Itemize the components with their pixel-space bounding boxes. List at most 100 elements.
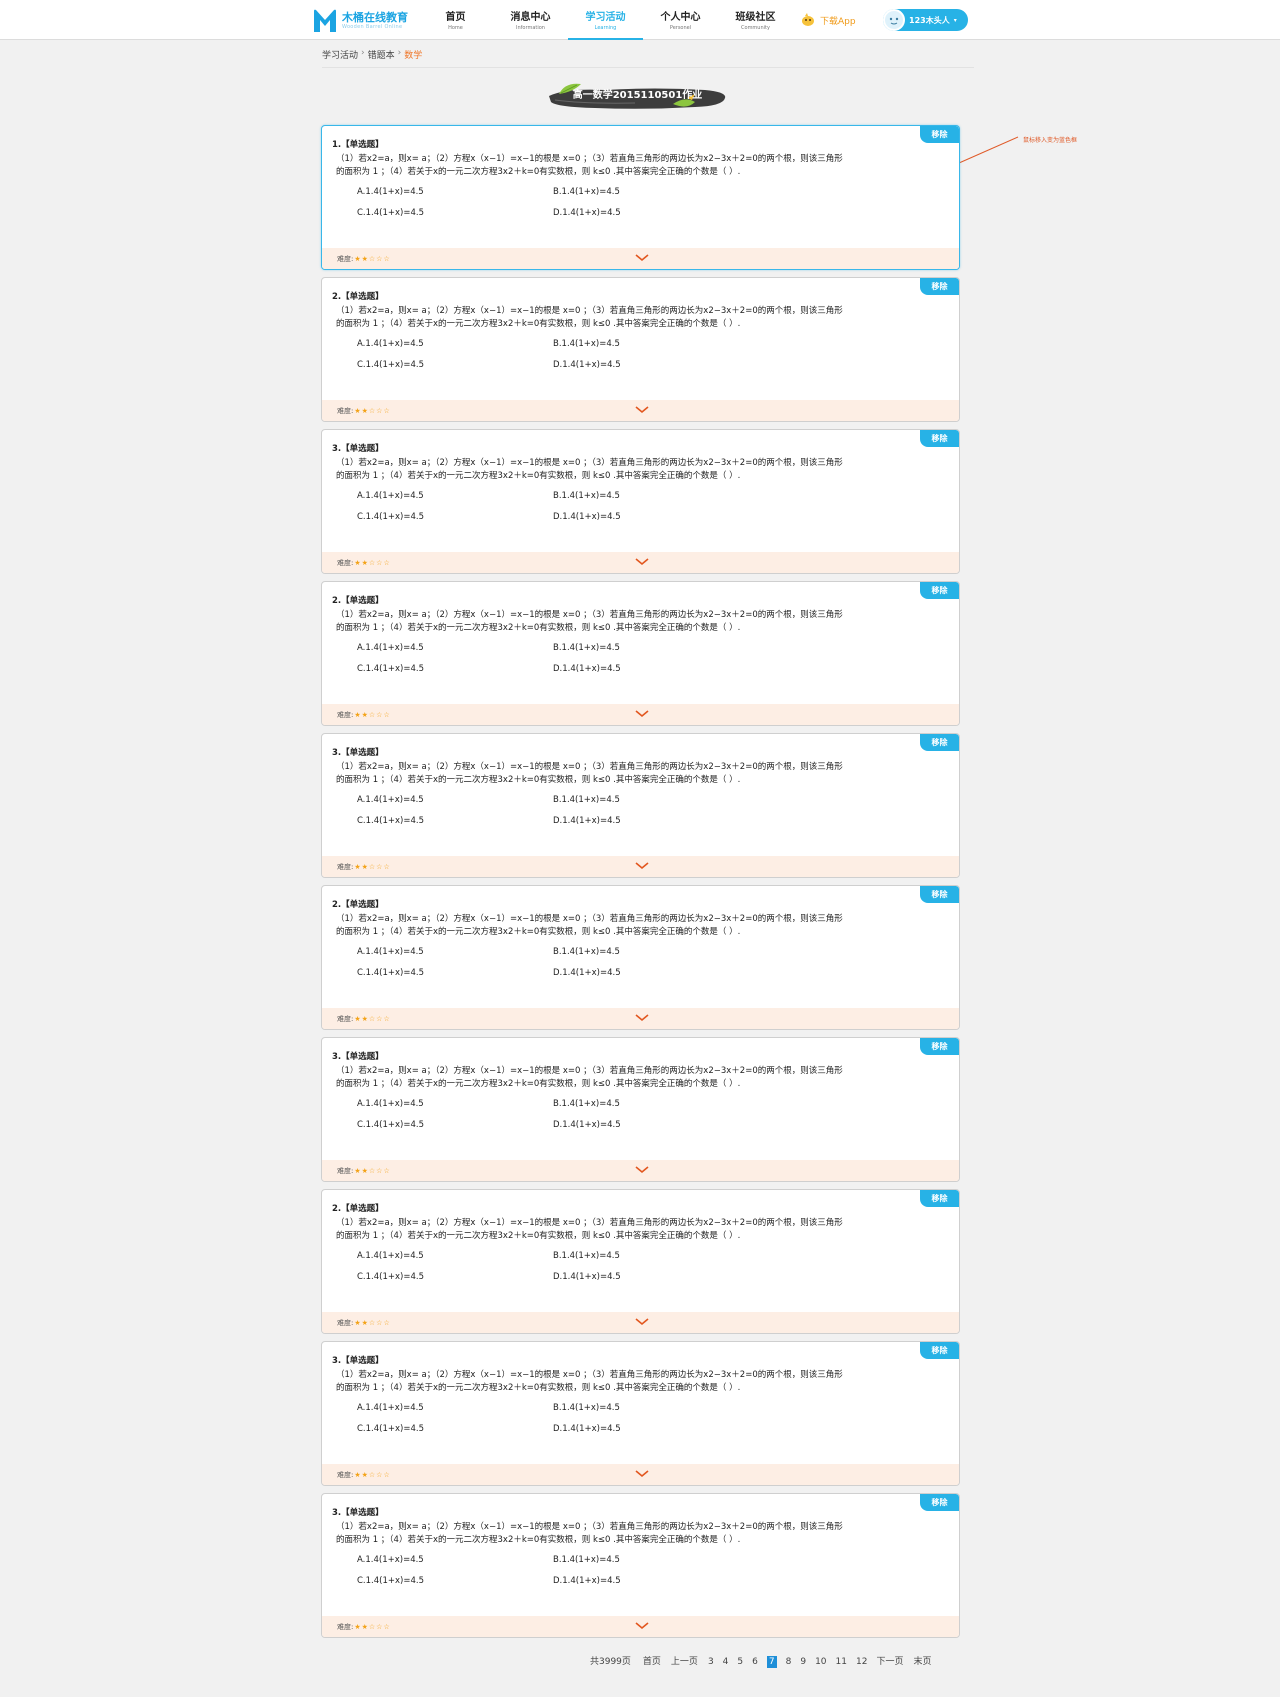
question-card[interactable]: 移除 3.【单选题】 （1）若x2=a，则x= a；（2）方程x（x−1）=x−1的… [321,1493,960,1638]
answer-option[interactable]: B.1.4(1+x)=4.5 [553,795,620,805]
breadcrumb-item-learning[interactable]: 学习活动 [322,51,358,61]
last-page-button[interactable]: 末页 [913,1656,931,1668]
remove-button[interactable]: 移除 [920,126,959,143]
answer-option[interactable]: D.1.4(1+x)=4.5 [553,1272,621,1282]
download-app-button[interactable]: 下载App [800,13,856,27]
answer-option[interactable]: A.1.4(1+x)=4.5 [357,1251,424,1261]
question-card[interactable]: 移除 2.【单选题】 （1）若x2=a，则x= a；（2）方程x（x−1）=x−1的… [321,1189,960,1334]
answer-option[interactable]: A.1.4(1+x)=4.5 [357,1403,424,1413]
page-number[interactable]: 6 [752,1656,758,1668]
answer-option[interactable]: C.1.4(1+x)=4.5 [357,512,424,522]
question-card[interactable]: 移除 2.【单选题】 （1）若x2=a，则x= a；（2）方程x（x−1）=x−1的… [321,277,960,422]
user-menu[interactable]: 123木头人 ▾ [883,9,968,31]
expand-chevron-icon[interactable] [634,861,650,871]
question-card[interactable]: 移除 1.【单选题】 （1）若x2=a，则x= a；（2）方程x（x−1）=x−1的… [321,125,960,270]
answer-option[interactable]: B.1.4(1+x)=4.5 [553,187,620,197]
question-card[interactable]: 移除 2.【单选题】 （1）若x2=a，则x= a；（2）方程x（x−1）=x−1的… [321,885,960,1030]
answer-option[interactable]: B.1.4(1+x)=4.5 [553,947,620,957]
expand-chevron-icon[interactable] [634,1621,650,1631]
expand-chevron-icon[interactable] [634,1013,650,1023]
answer-option[interactable]: C.1.4(1+x)=4.5 [357,1272,424,1282]
expand-chevron-icon[interactable] [634,1165,650,1175]
question-text: （1）若x2=a，则x= a；（2）方程x（x−1）=x−1的根是 x=0 ；（… [336,457,948,483]
answer-option[interactable]: D.1.4(1+x)=4.5 [553,1424,621,1434]
answer-option[interactable]: B.1.4(1+x)=4.5 [553,1251,620,1261]
question-card[interactable]: 移除 2.【单选题】 （1）若x2=a，则x= a；（2）方程x（x−1）=x−1的… [321,581,960,726]
answer-option[interactable]: A.1.4(1+x)=4.5 [357,187,424,197]
nav-item-information[interactable]: 消息中心 Information [493,0,568,40]
nav-item-community[interactable]: 班级社区 Community [718,0,793,40]
nav-item-personel[interactable]: 个人中心 Personel [643,0,718,40]
answer-option[interactable]: A.1.4(1+x)=4.5 [357,491,424,501]
answer-option[interactable]: A.1.4(1+x)=4.5 [357,1555,424,1565]
remove-button[interactable]: 移除 [920,886,959,903]
answer-option[interactable]: B.1.4(1+x)=4.5 [553,1555,620,1565]
first-page-button[interactable]: 首页 [643,1656,661,1668]
nav-item-learning[interactable]: 学习活动 Learning [568,0,643,40]
answer-option[interactable]: C.1.4(1+x)=4.5 [357,816,424,826]
page-number[interactable]: 10 [815,1656,826,1668]
expand-chevron-icon[interactable] [634,709,650,719]
answer-option[interactable]: C.1.4(1+x)=4.5 [357,360,424,370]
question-text-line: （1）若x2=a，则x= a；（2）方程x（x−1）=x−1的根是 x=0 ；（… [336,1218,843,1228]
nav-item-home[interactable]: 首页 Home [418,0,493,40]
answer-option[interactable]: B.1.4(1+x)=4.5 [553,491,620,501]
answer-option[interactable]: C.1.4(1+x)=4.5 [357,968,424,978]
remove-button[interactable]: 移除 [920,734,959,751]
question-footer: 难度:★★☆☆☆ [322,400,959,421]
answer-option[interactable]: A.1.4(1+x)=4.5 [357,947,424,957]
expand-chevron-icon[interactable] [634,1317,650,1327]
answer-option[interactable]: B.1.4(1+x)=4.5 [553,339,620,349]
page-number[interactable]: 5 [737,1656,743,1668]
question-card[interactable]: 移除 3.【单选题】 （1）若x2=a，则x= a；（2）方程x（x−1）=x−1的… [321,1037,960,1182]
question-card[interactable]: 移除 3.【单选题】 （1）若x2=a，则x= a；（2）方程x（x−1）=x−1的… [321,1341,960,1486]
expand-chevron-icon[interactable] [634,405,650,415]
expand-chevron-icon[interactable] [634,253,650,263]
breadcrumb-item-error-book[interactable]: 错题本 [368,51,395,61]
page-number[interactable]: 9 [800,1656,806,1668]
answer-option[interactable]: C.1.4(1+x)=4.5 [357,1120,424,1130]
remove-button[interactable]: 移除 [920,278,959,295]
answer-option[interactable]: D.1.4(1+x)=4.5 [553,360,621,370]
answer-option[interactable]: C.1.4(1+x)=4.5 [357,1576,424,1586]
remove-button[interactable]: 移除 [920,1190,959,1207]
page-number[interactable]: 12 [856,1656,867,1668]
answer-option[interactable]: B.1.4(1+x)=4.5 [553,643,620,653]
answer-option[interactable]: D.1.4(1+x)=4.5 [553,816,621,826]
remove-button[interactable]: 移除 [920,1038,959,1055]
remove-button[interactable]: 移除 [920,1494,959,1511]
answer-option[interactable]: C.1.4(1+x)=4.5 [357,664,424,674]
answer-option[interactable]: A.1.4(1+x)=4.5 [357,1099,424,1109]
expand-chevron-icon[interactable] [634,557,650,567]
nav-item-sublabel: Learning [594,25,617,31]
expand-chevron-icon[interactable] [634,1469,650,1479]
question-number: 2. [332,596,342,606]
answer-option[interactable]: D.1.4(1+x)=4.5 [553,1120,621,1130]
answer-option[interactable]: A.1.4(1+x)=4.5 [357,643,424,653]
answer-option[interactable]: B.1.4(1+x)=4.5 [553,1099,620,1109]
prev-page-button[interactable]: 上一页 [671,1656,698,1668]
answer-option[interactable]: D.1.4(1+x)=4.5 [553,512,621,522]
page-number[interactable]: 8 [786,1656,792,1668]
answer-option[interactable]: A.1.4(1+x)=4.5 [357,795,424,805]
question-card[interactable]: 移除 3.【单选题】 （1）若x2=a，则x= a；（2）方程x（x−1）=x−1的… [321,429,960,574]
page-number[interactable]: 11 [836,1656,847,1668]
answer-option[interactable]: D.1.4(1+x)=4.5 [553,208,621,218]
remove-button[interactable]: 移除 [920,582,959,599]
answer-option[interactable]: D.1.4(1+x)=4.5 [553,1576,621,1586]
page-number[interactable]: 3 [708,1656,714,1668]
page-current[interactable]: 7 [766,1656,777,1668]
answer-option[interactable]: A.1.4(1+x)=4.5 [357,339,424,349]
answer-option[interactable]: D.1.4(1+x)=4.5 [553,664,621,674]
answer-option[interactable]: C.1.4(1+x)=4.5 [357,1424,424,1434]
page-number[interactable]: 4 [723,1656,729,1668]
answer-option[interactable]: D.1.4(1+x)=4.5 [553,968,621,978]
site-logo[interactable]: 木桶在线教育 Wooden Barrel Online [312,8,408,34]
remove-button[interactable]: 移除 [920,1342,959,1359]
answer-option[interactable]: B.1.4(1+x)=4.5 [553,1403,620,1413]
next-page-button[interactable]: 下一页 [876,1656,903,1668]
star-rating-icon: ★★☆☆☆ [354,1015,391,1023]
remove-button[interactable]: 移除 [920,430,959,447]
question-card[interactable]: 移除 3.【单选题】 （1）若x2=a，则x= a；（2）方程x（x−1）=x−1的… [321,733,960,878]
answer-option[interactable]: C.1.4(1+x)=4.5 [357,208,424,218]
